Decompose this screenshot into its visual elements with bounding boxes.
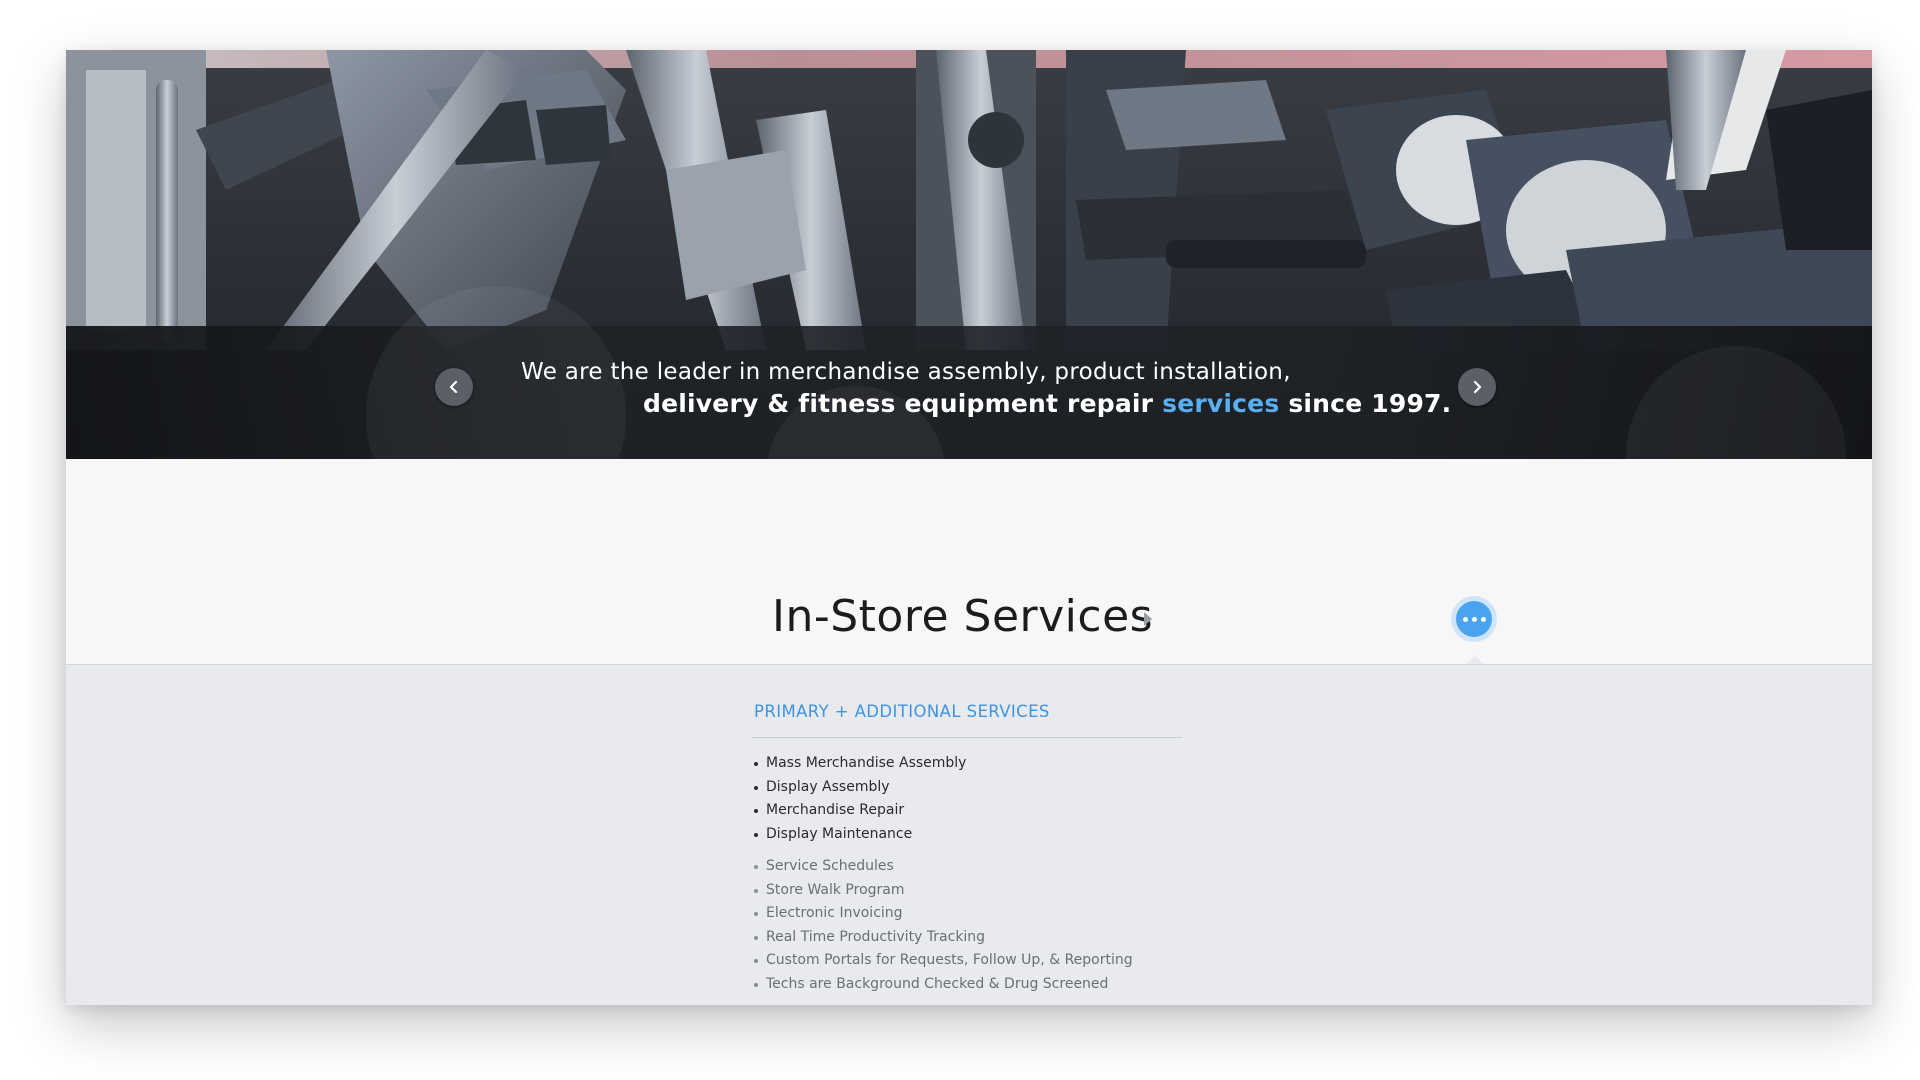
divider	[752, 737, 1182, 738]
chevron-right-icon	[1473, 380, 1482, 394]
ellipsis-icon	[1456, 601, 1492, 637]
list-item: Real Time Productivity Tracking	[752, 926, 1182, 950]
slider-next-button[interactable]	[1458, 368, 1496, 406]
services-heading: PRIMARY + ADDITIONAL SERVICES	[754, 702, 1050, 721]
section-title: In-Store Services	[772, 591, 1154, 642]
list-item: Techs are Background Checked & Drug Scre…	[752, 973, 1182, 997]
list-item: Merchandise Repair	[752, 799, 1182, 823]
list-item: Display Assembly	[752, 776, 1182, 800]
section-title-band: In-Store Services	[66, 459, 1872, 665]
chevron-left-icon	[449, 380, 458, 394]
list-item: Electronic Invoicing	[752, 902, 1182, 926]
page-card: We are the leader in merchandise assembl…	[66, 50, 1872, 1005]
list-item: Store Walk Program	[752, 879, 1182, 903]
more-options-button[interactable]	[1451, 596, 1497, 642]
hero-banner: We are the leader in merchandise assembl…	[66, 50, 1872, 459]
primary-services-list: Mass Merchandise Assembly Display Assemb…	[752, 752, 1182, 846]
list-item: Custom Portals for Requests, Follow Up, …	[752, 949, 1182, 973]
services-panel: PRIMARY + ADDITIONAL SERVICES Mass Merch…	[752, 700, 1182, 1005]
caption-line-2-prefix: delivery & fitness equipment repair	[643, 389, 1163, 418]
caption-line-2-suffix: since 1997.	[1279, 389, 1452, 418]
list-item: Display Maintenance	[752, 823, 1182, 847]
additional-services-list: Service Schedules Store Walk Program Ele…	[752, 855, 1182, 996]
list-item: Mass Merchandise Assembly	[752, 752, 1182, 776]
caption-line-2: delivery & fitness equipment repair serv…	[643, 389, 1451, 418]
slider-prev-button[interactable]	[435, 368, 473, 406]
caret-right-icon	[1144, 612, 1152, 626]
caption-highlight: services	[1162, 389, 1280, 418]
panel-pointer	[1466, 655, 1484, 664]
caption-line-1: We are the leader in merchandise assembl…	[521, 359, 1291, 385]
list-item: Service Schedules	[752, 855, 1182, 879]
